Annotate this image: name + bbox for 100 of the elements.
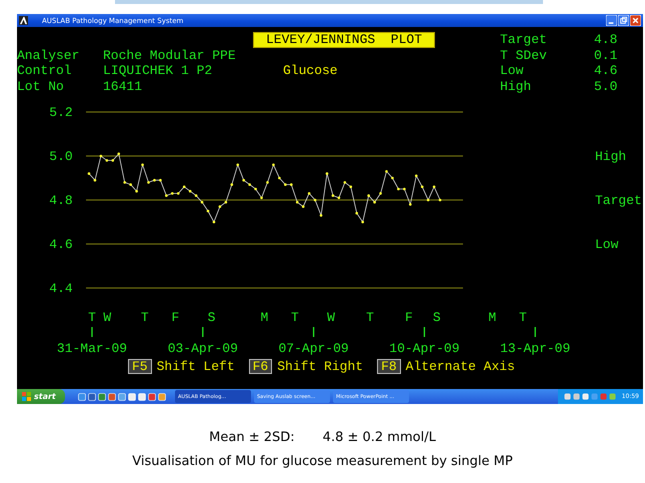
test-name: Glucose <box>283 63 339 78</box>
data-point <box>188 190 192 192</box>
close-icon[interactable] <box>630 15 641 26</box>
field-value: LIQUICHEK 1 P2 <box>103 63 214 78</box>
data-point <box>266 181 269 184</box>
data-point <box>332 194 334 197</box>
data-point <box>403 188 406 190</box>
minimize-icon[interactable] <box>606 15 617 26</box>
data-point <box>206 210 210 212</box>
date-label: 10-Apr-09 <box>389 341 460 356</box>
data-point <box>230 183 234 186</box>
data-point <box>385 170 388 173</box>
data-point <box>153 178 156 182</box>
data-point <box>314 198 316 202</box>
data-point <box>320 214 322 217</box>
data-point <box>212 220 216 224</box>
data-point <box>420 186 424 188</box>
stat-value: 4.6 <box>594 63 618 78</box>
data-point <box>338 196 340 200</box>
data-point <box>438 198 442 202</box>
data-point <box>218 205 222 208</box>
date-label: 13-Apr-09 <box>500 341 570 356</box>
restore-icon[interactable] <box>618 15 629 26</box>
reference-label: High <box>595 149 626 164</box>
function-key[interactable]: F5 <box>128 359 152 374</box>
data-point <box>159 178 162 182</box>
date-label: 07-Apr-09 <box>278 341 349 356</box>
data-point <box>194 194 198 197</box>
data-point <box>224 200 228 204</box>
tick-mark <box>424 327 426 337</box>
day-label: M <box>488 310 496 325</box>
data-point <box>182 186 186 188</box>
data-point <box>260 196 263 200</box>
tick-mark <box>534 327 536 337</box>
data-point <box>290 183 293 186</box>
data-point <box>409 203 412 206</box>
day-label: W <box>103 310 112 325</box>
data-point <box>278 176 281 180</box>
day-label: T <box>88 310 96 325</box>
data-point <box>361 220 364 224</box>
tick-mark <box>312 327 314 337</box>
axis-tick-label: 4.4 <box>49 281 73 296</box>
day-label: T <box>291 310 299 325</box>
data-point <box>200 200 204 204</box>
day-label: S <box>432 310 441 325</box>
data-point <box>165 194 168 197</box>
data-point <box>391 176 394 180</box>
windows-flag-icon <box>22 392 31 401</box>
mean-label: Mean ± 2SD: <box>209 430 295 445</box>
data-point <box>112 159 114 162</box>
day-label: T <box>366 310 374 325</box>
data-point <box>236 164 240 166</box>
data-point <box>284 183 287 186</box>
axis-tick-label: 5.2 <box>49 105 73 120</box>
function-key-label: Shift Right <box>277 359 364 374</box>
start-button[interactable]: start <box>17 389 65 404</box>
data-point <box>106 159 108 162</box>
reference-label: Low <box>595 237 618 252</box>
data-point <box>147 181 150 184</box>
data-point <box>296 200 299 204</box>
stat-value: 4.8 <box>594 32 618 48</box>
day-label: W <box>327 310 335 325</box>
data-point <box>379 192 382 195</box>
field-label: Control <box>17 63 73 78</box>
data-point <box>129 183 132 186</box>
data-point <box>355 212 358 214</box>
stat-label: Target <box>500 32 548 48</box>
data-point <box>254 188 257 190</box>
date-label: 03-Apr-09 <box>168 341 238 356</box>
data-point <box>272 164 275 166</box>
field-value: 16411 <box>103 78 144 94</box>
stat-value: 0.1 <box>594 48 618 63</box>
mean-value: 4.8 ± 0.2 mmol/L <box>322 430 436 445</box>
caption-text: Visualisation of MU for glucose measurement by single MP <box>131 454 514 469</box>
data-point <box>350 186 352 188</box>
data-point <box>432 186 436 188</box>
data-point <box>100 154 102 158</box>
data-point <box>302 205 304 208</box>
app-logo-icon <box>19 16 28 25</box>
data-point <box>123 181 126 184</box>
axis-tick-label: 4.8 <box>49 193 73 208</box>
day-label: M <box>260 310 268 325</box>
data-point <box>426 198 430 202</box>
stat-label: Low <box>500 63 524 78</box>
data-point <box>326 172 328 175</box>
function-key-label: Alternate Axis <box>406 359 515 374</box>
field-label: Analyser <box>17 48 80 63</box>
day-label: F <box>405 310 413 325</box>
reference-label: Target <box>595 193 642 208</box>
plot-title: LEVEY/JENNINGS PLOT <box>253 32 435 48</box>
data-point <box>344 181 346 184</box>
stat-label: T SDev <box>500 48 548 63</box>
data-point <box>248 183 251 186</box>
day-label: F <box>172 310 180 325</box>
data-point <box>88 172 90 175</box>
data-point <box>367 194 370 197</box>
function-key[interactable]: F8 <box>377 359 401 374</box>
data-point <box>176 192 180 195</box>
function-key[interactable]: F6 <box>248 359 272 374</box>
date-label: 31-Mar-09 <box>56 341 128 356</box>
